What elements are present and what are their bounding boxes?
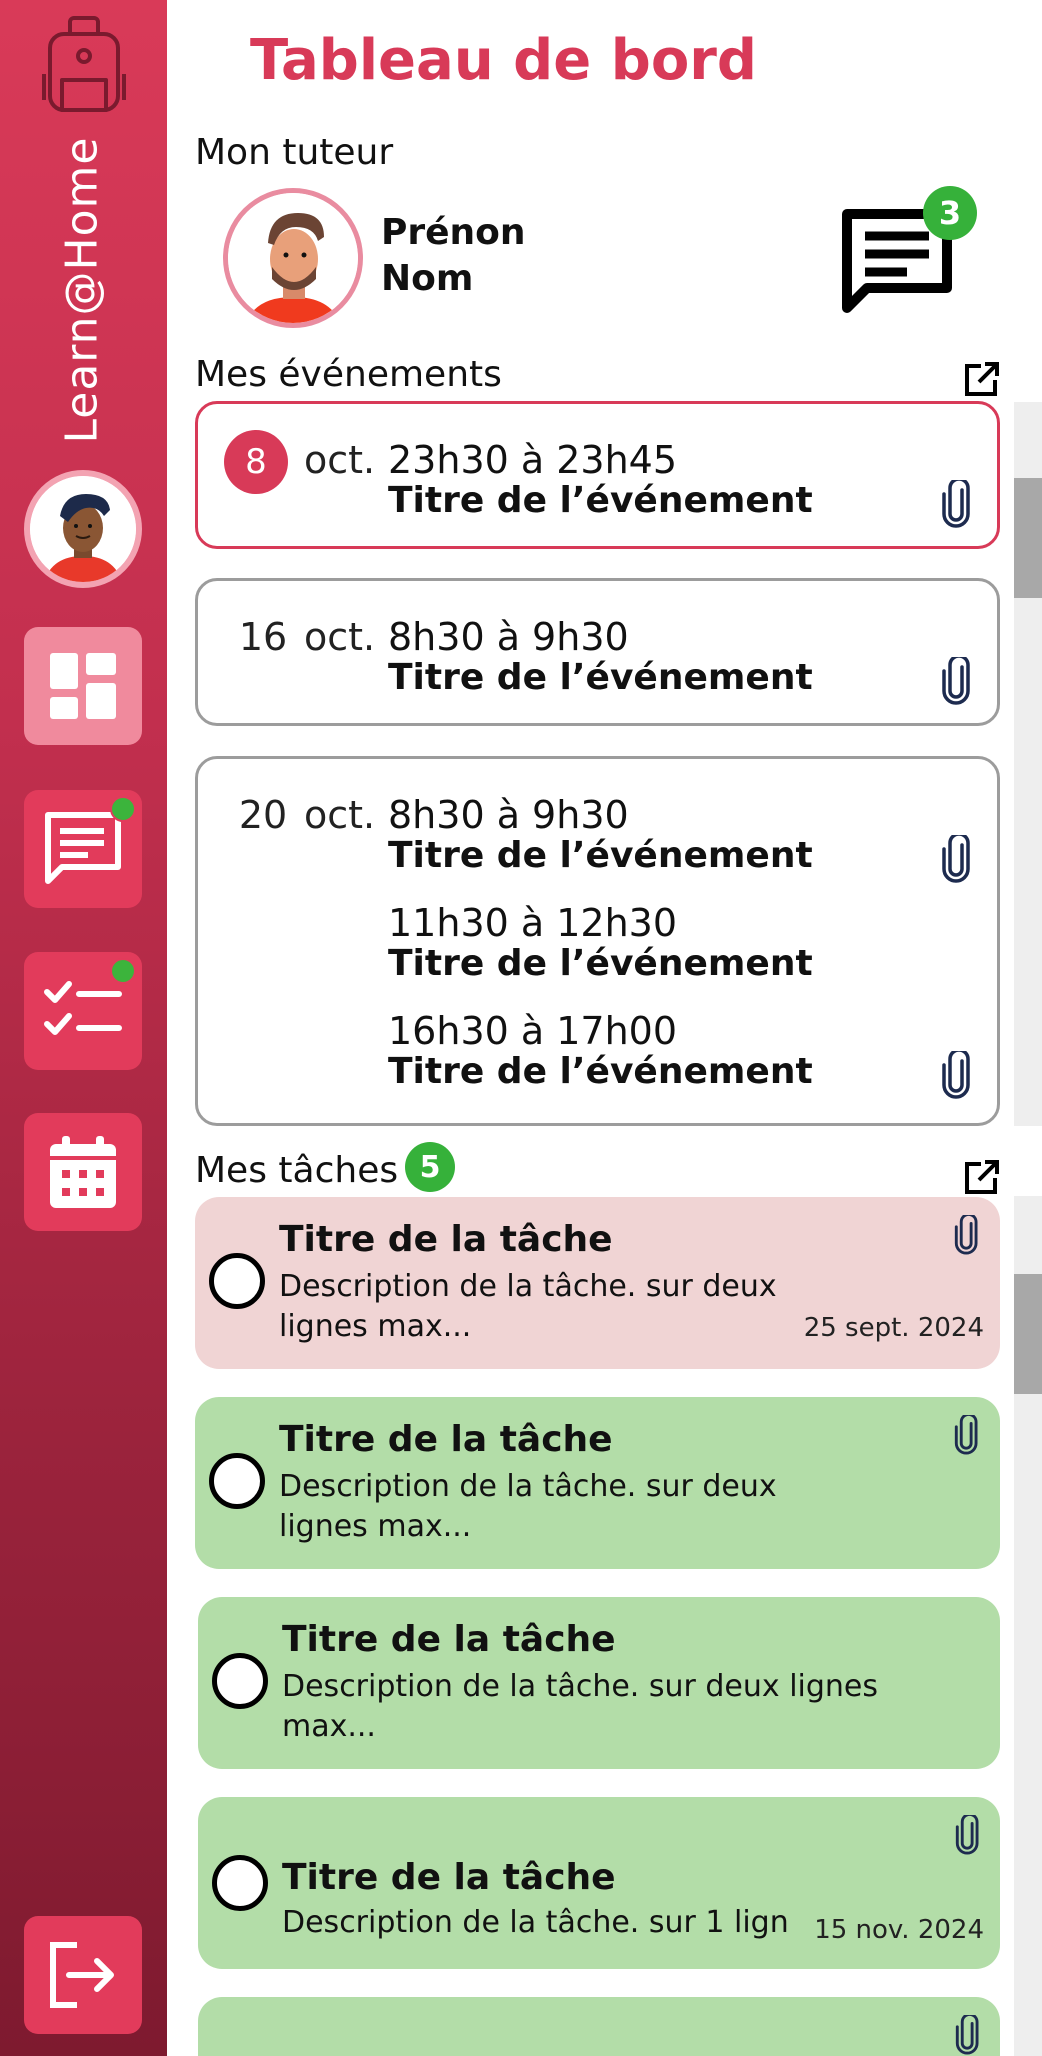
task-due-date: 25 sept. 2024 — [803, 1313, 984, 1343]
task-card[interactable]: Titre de la tâche Description de la tâch… — [198, 1797, 1000, 1969]
events-scroll-thumb[interactable] — [1014, 478, 1042, 598]
task-complete-radio[interactable] — [209, 1253, 265, 1309]
events-scrollbar[interactable] — [1014, 402, 1042, 1126]
dashboard-icon — [50, 653, 116, 719]
messages-notification-dot — [110, 796, 136, 822]
attachment-icon[interactable] — [940, 1051, 974, 1099]
task-complete-radio[interactable] — [212, 1855, 268, 1911]
task-complete-radio[interactable] — [209, 1453, 265, 1509]
event-time: 8h30 à 9h30 — [388, 615, 629, 659]
logout-icon — [50, 1942, 114, 2008]
open-tasks-icon[interactable] — [961, 1158, 1001, 1198]
tasks-scroll-thumb[interactable] — [1014, 1274, 1042, 1394]
task-title: Titre de la tâche — [279, 1419, 613, 1460]
event-card[interactable]: 8 oct. 23h30 à 23h45 Titre de l’événemen… — [195, 401, 1000, 549]
tutor-name: Prénon Nom — [381, 210, 526, 302]
task-title: Titre de la tâche — [282, 1857, 616, 1898]
event-time: 8h30 à 9h30 — [388, 793, 629, 837]
tutor-avatar-icon — [228, 193, 358, 323]
user-avatar[interactable] — [24, 470, 142, 588]
tasks-count-badge: 5 — [405, 1142, 455, 1192]
unread-messages-badge: 3 — [923, 186, 977, 240]
event-time: 16h30 à 17h00 — [388, 1009, 678, 1053]
backpack-logo-icon — [42, 16, 126, 112]
nav-calendar[interactable] — [24, 1113, 142, 1231]
student-avatar-icon — [30, 476, 136, 582]
attachment-icon[interactable] — [953, 1215, 981, 1255]
event-card[interactable]: 16 oct. 8h30 à 9h30 Titre de l’événement — [195, 578, 1000, 726]
tutor-avatar[interactable] — [223, 188, 363, 328]
event-title: Titre de l’événement — [388, 1051, 813, 1092]
attachment-icon[interactable] — [954, 1815, 982, 1855]
event-month: oct. — [304, 793, 376, 837]
task-complete-radio[interactable] — [212, 1653, 268, 1709]
attachment-icon[interactable] — [940, 657, 974, 705]
task-description: Description de la tâche. sur deux lignes… — [279, 1469, 777, 1544]
event-title: Titre de l’événement — [388, 657, 813, 698]
open-events-icon[interactable] — [961, 360, 1001, 400]
attachment-icon[interactable] — [953, 1415, 981, 1455]
nav-messages[interactable] — [24, 790, 142, 908]
tutor-first-name: Prénon — [381, 212, 526, 253]
brand-name: Learn@Home — [56, 136, 108, 444]
task-title: Titre de la tâche — [279, 1219, 613, 1260]
nav-dashboard[interactable] — [24, 627, 142, 745]
event-day: 16 — [238, 615, 288, 659]
attachment-icon[interactable] — [954, 2015, 982, 2055]
tutor-section-label: Mon tuteur — [195, 132, 394, 173]
task-due-date: 15 nov. 2024 — [814, 1915, 984, 1945]
page-title: Tableau de bord — [250, 28, 758, 93]
sidebar: Learn@Home — [0, 0, 167, 2056]
event-month: oct. — [304, 615, 376, 659]
task-card[interactable]: Titre de la tâche Description de la tâch… — [195, 1397, 1000, 1569]
task-title: Titre de la tâche — [282, 1619, 616, 1660]
event-title: Titre de l’événement — [388, 480, 813, 521]
main-content: Tableau de bord Mon tuteur Prénon Nom 3 … — [167, 0, 1042, 2056]
task-description: Description de la tâche. sur deux lignes… — [282, 1669, 879, 1744]
task-card[interactable]: Titre de la tâche Description de la tâch… — [198, 1597, 1000, 1769]
event-card[interactable]: 20 oct. 8h30 à 9h30 Titre de l’événement… — [195, 756, 1000, 1126]
event-title: Titre de l’événement — [388, 835, 813, 876]
logout-button[interactable] — [24, 1916, 142, 2034]
attachment-icon[interactable] — [940, 835, 974, 883]
event-time: 23h30 à 23h45 — [388, 438, 678, 482]
task-card[interactable]: Titre de la tâche Description de la tâch… — [195, 1197, 1000, 1369]
checklist-icon — [44, 981, 122, 1035]
event-time: 11h30 à 12h30 — [388, 901, 678, 945]
events-section-label: Mes événements — [195, 354, 502, 395]
nav-tasks[interactable] — [24, 952, 142, 1070]
task-description: Description de la tâche. sur deux lignes… — [279, 1269, 777, 1344]
task-description: Description de la tâche. sur 1 lign — [282, 1905, 789, 1940]
attachment-icon[interactable] — [940, 480, 974, 528]
calendar-icon — [50, 1136, 116, 1208]
tutor-last-name: Nom — [381, 258, 474, 299]
event-month: oct. — [304, 438, 376, 482]
tasks-scrollbar[interactable] — [1014, 1196, 1042, 2056]
task-card[interactable] — [198, 1997, 1000, 2056]
event-day: 20 — [238, 793, 288, 837]
event-day: 8 — [224, 430, 288, 494]
tasks-notification-dot — [110, 958, 136, 984]
message-icon — [45, 812, 121, 884]
tasks-section-label: Mes tâches — [195, 1150, 399, 1191]
event-title: Titre de l’événement — [388, 943, 813, 984]
